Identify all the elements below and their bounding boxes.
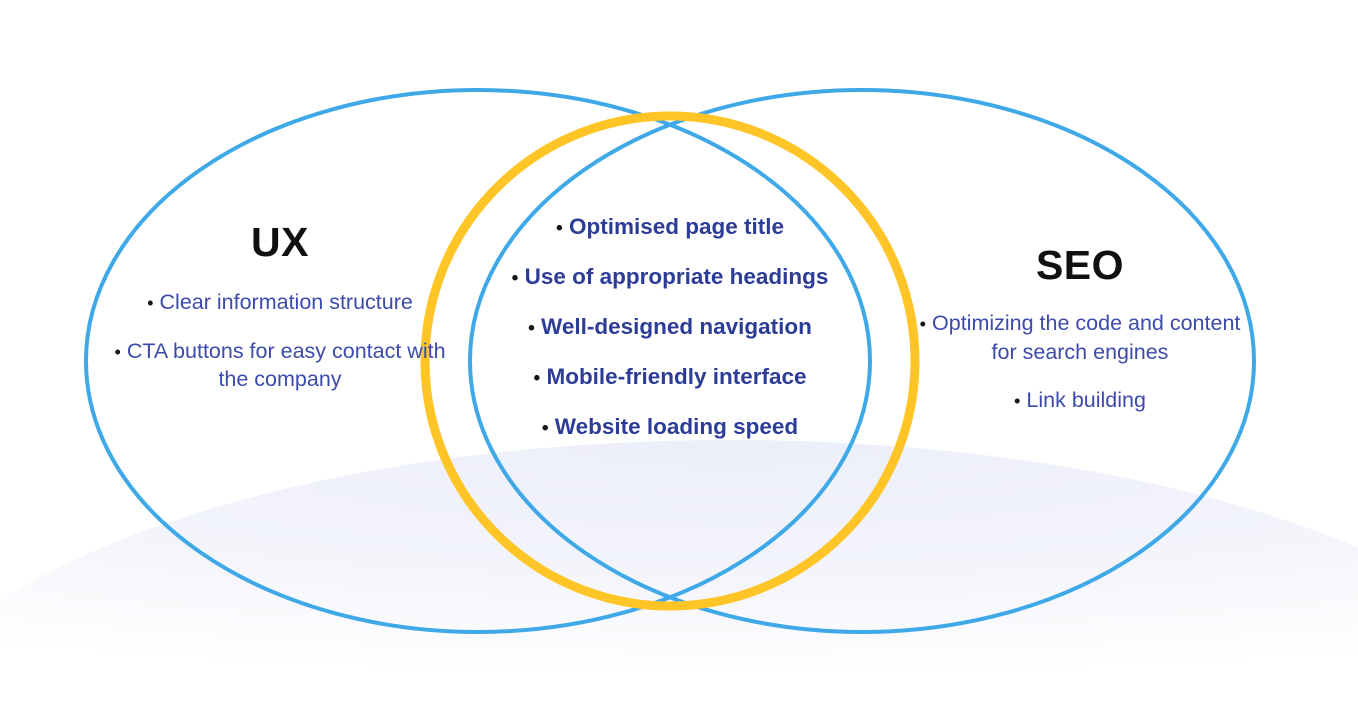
list-item: • Use of appropriate headings xyxy=(452,262,888,292)
region-seo-title: SEO xyxy=(1035,242,1125,288)
list-item-label: Use of appropriate headings xyxy=(524,263,829,289)
list-item: • Mobile-friendly interface xyxy=(452,362,888,392)
list-item: • Optimised page title xyxy=(452,212,888,242)
list-item-label: Well-designed navigation xyxy=(541,313,812,339)
list-item-label: Mobile-friendly interface xyxy=(546,363,807,389)
bullet-icon: • xyxy=(919,313,927,334)
bullet-icon: • xyxy=(533,367,541,389)
region-center-overlap: • Optimised page title • Use of appropri… xyxy=(452,212,888,442)
list-item: • Optimizing the code and content for se… xyxy=(915,309,1245,366)
list-item-label: Clear information structure xyxy=(159,290,413,314)
venn-diagram-canvas: UX • Clear information structure • CTA b… xyxy=(0,0,1358,718)
bullet-icon: • xyxy=(528,317,535,339)
bullet-icon: • xyxy=(511,267,519,289)
list-item-label: Website loading speed xyxy=(554,413,799,439)
region-ux-title: UX xyxy=(251,219,309,265)
list-item-label: Optimizing the code and content for sear… xyxy=(932,311,1241,364)
region-seo-list: • Optimizing the code and content for se… xyxy=(915,309,1245,415)
region-ux: UX • Clear information structure • CTA b… xyxy=(110,222,450,394)
list-item-label: Link building xyxy=(1026,388,1146,413)
region-ux-list: • Clear information structure • CTA butt… xyxy=(110,288,450,394)
list-item: • CTA buttons for easy contact with the … xyxy=(110,337,450,394)
list-item-label: Optimised page title xyxy=(568,214,784,239)
bullet-icon: • xyxy=(541,417,549,439)
bullet-icon: • xyxy=(555,218,563,239)
bullet-icon: • xyxy=(147,292,154,313)
bullet-icon: • xyxy=(114,340,121,362)
region-seo: SEO • Optimizing the code and content fo… xyxy=(915,245,1245,415)
list-item: • Clear information structure xyxy=(110,288,450,317)
list-item-label: CTA buttons for easy contact with the co… xyxy=(126,338,446,392)
list-item: • Well-designed navigation xyxy=(452,312,888,342)
list-item: • Website loading speed xyxy=(452,412,888,442)
list-item: • Link building xyxy=(915,386,1245,415)
bullet-icon: • xyxy=(1014,390,1021,412)
region-center-list: • Optimised page title • Use of appropri… xyxy=(452,212,888,442)
